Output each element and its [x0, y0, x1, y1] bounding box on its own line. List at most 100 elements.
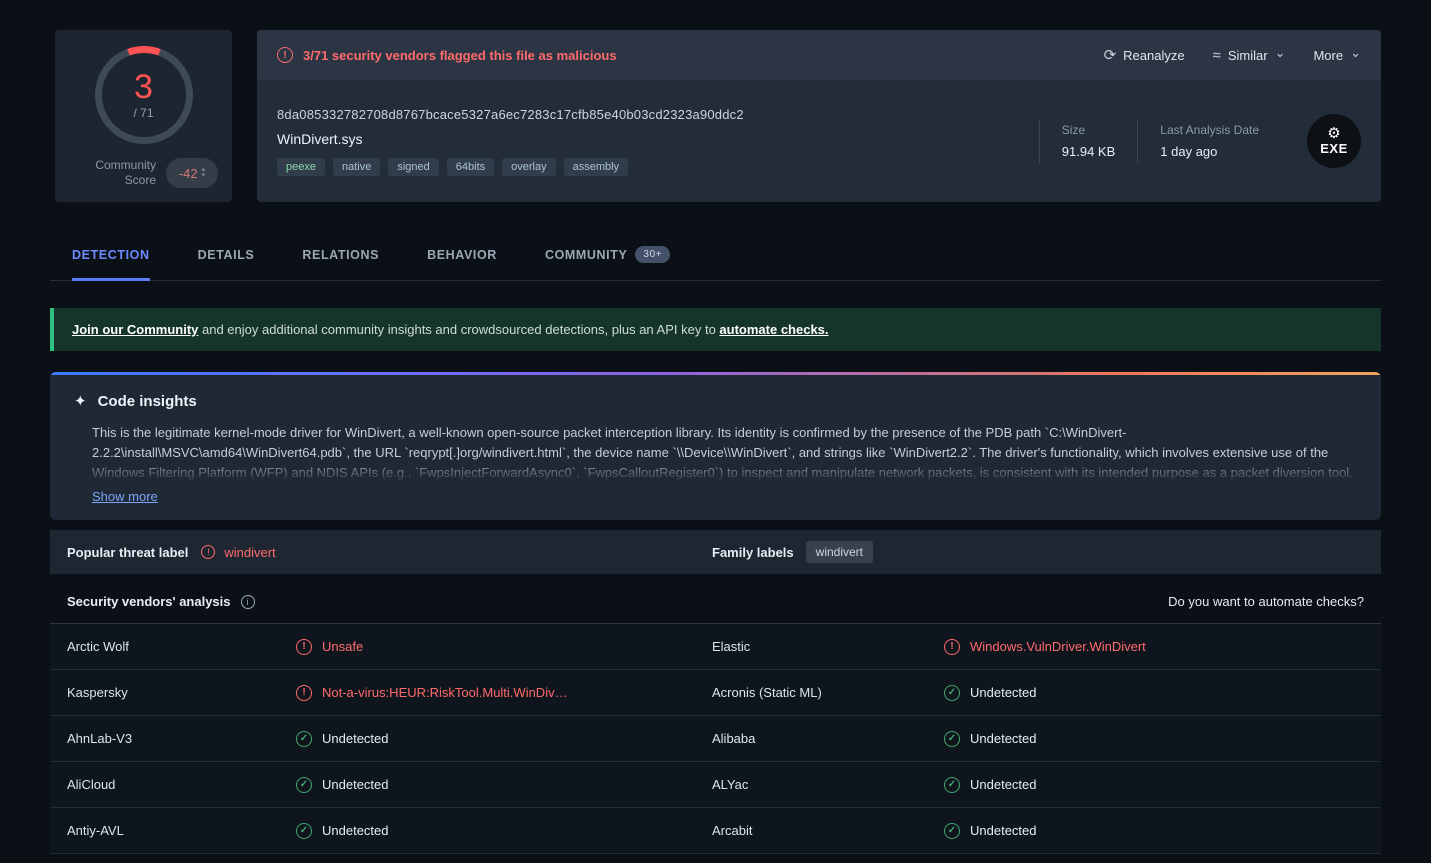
file-type-icon: ⚙ EXE: [1307, 114, 1361, 168]
vendor-name: Alibaba: [712, 731, 756, 746]
vendors-table: Arctic Wolf ! Unsafe Elastic ! Windows.V…: [50, 623, 1381, 854]
community-count-badge: 30+: [635, 246, 671, 263]
vendor-name: Arctic Wolf: [67, 639, 129, 654]
alert-icon: !: [296, 638, 312, 655]
sparkle-icon: ✦: [74, 393, 87, 410]
check-icon: ✓: [944, 776, 960, 793]
automate-checks-link[interactable]: automate checks.: [719, 322, 828, 337]
file-type-label: EXE: [1320, 140, 1348, 156]
tab-community[interactable]: COMMUNITY 30+: [545, 232, 671, 281]
similar-icon: ≈: [1212, 46, 1221, 64]
tab-detection[interactable]: DETECTION: [72, 232, 150, 281]
file-hash[interactable]: 8da085332782708d8767bcace5327a6ec7283c17…: [277, 107, 744, 122]
vendor-name: Acronis (Static ML): [712, 685, 822, 700]
vendor-status: ✓ Undetected: [296, 822, 712, 839]
popular-threat-label: Popular threat label: [67, 544, 189, 560]
vendor-status: ✓ Undetected: [296, 730, 712, 747]
check-icon: ✓: [296, 822, 312, 839]
community-score-stepper[interactable]: ▴ ▾: [202, 166, 206, 179]
vendor-name: Elastic: [712, 639, 751, 654]
file-info: 8da085332782708d8767bcace5327a6ec7283c17…: [257, 80, 1381, 202]
tab-relations[interactable]: RELATIONS: [302, 232, 379, 281]
warning-bar: ! 3/71 security vendors flagged this fil…: [257, 30, 1381, 80]
vendor-name: AliCloud: [67, 777, 116, 792]
reanalyze-icon: ⟳: [1103, 47, 1117, 64]
step-down-icon[interactable]: ▾: [202, 172, 206, 179]
chevron-down-icon: ⌄: [1274, 45, 1286, 60]
vendor-status: ✓ Undetected: [944, 822, 1381, 839]
show-more-link[interactable]: Show more: [92, 489, 158, 504]
analysis-title: Security vendors' analysis: [67, 594, 231, 609]
banner-text: and enjoy additional community insights …: [198, 322, 720, 337]
table-row: AliCloud ✓ Undetected ALYac ✓ Undetected: [50, 762, 1381, 808]
detection-score-gauge: 3 / 71: [94, 46, 193, 144]
check-icon: ✓: [296, 730, 312, 747]
threat-value[interactable]: ! windivert: [201, 545, 276, 560]
table-row: Antiy-AVL ✓ Undetected Arcabit ✓ Undetec…: [50, 808, 1381, 854]
vendor-status: ✓ Undetected: [944, 776, 1381, 793]
reanalyze-button[interactable]: ⟳ Reanalyze: [1104, 46, 1185, 64]
vendor-name: Kaspersky: [67, 685, 128, 700]
vendor-status: ! Windows.VulnDriver.WinDivert: [944, 638, 1381, 655]
code-insights-title: Code insights: [97, 392, 197, 410]
table-row: Arctic Wolf ! Unsafe Elastic ! Windows.V…: [50, 624, 1381, 670]
check-icon: ✓: [944, 730, 960, 747]
community-banner: Join our Community and enjoy additional …: [50, 308, 1381, 351]
code-insights-panel: ✦ Code insights This is the legitimate k…: [50, 372, 1381, 520]
warning-text: 3/71 security vendors flagged this file …: [303, 47, 617, 63]
info-icon[interactable]: i: [240, 594, 255, 609]
size-value: 91.94 KB: [1061, 144, 1116, 159]
automate-checks-prompt[interactable]: Do you want to automate checks?: [1168, 594, 1364, 609]
detection-total: / 71: [133, 106, 154, 120]
community-score-pill[interactable]: -42 ▴ ▾: [166, 158, 218, 188]
analysis-date-block: Last Analysis Date 1 day ago: [1137, 119, 1281, 163]
alert-icon: !: [944, 638, 960, 655]
top-section: 3 / 71 Community Score -42 ▴ ▾ ! 3/71 se…: [55, 30, 1381, 202]
join-community-link[interactable]: Join our Community: [72, 322, 198, 337]
family-labels-label: Family labels: [712, 544, 794, 560]
tag-row: peexe native signed 64bits overlay assem…: [277, 157, 744, 176]
tag-overlay[interactable]: overlay: [502, 157, 556, 176]
date-label: Last Analysis Date: [1160, 123, 1259, 137]
code-insights-body: This is the legitimate kernel-mode drive…: [92, 423, 1355, 483]
check-icon: ✓: [296, 776, 312, 793]
tag-assembly[interactable]: assembly: [563, 157, 629, 176]
check-icon: ✓: [944, 684, 960, 701]
tag-signed[interactable]: signed: [388, 157, 439, 176]
vendor-name: AhnLab-V3: [67, 731, 133, 746]
tag-peexe[interactable]: peexe: [277, 157, 325, 176]
alert-icon: !: [296, 684, 312, 701]
file-header-panel: ! 3/71 security vendors flagged this fil…: [257, 30, 1381, 202]
gear-icon: ⚙: [1327, 124, 1341, 142]
chevron-down-icon: ⌄: [1350, 45, 1361, 60]
vendor-status: ! Not-a-virus:HEUR:RiskTool.Multi.WinDiv…: [296, 684, 712, 701]
file-name: WinDivert.sys: [277, 130, 363, 147]
tab-behavior[interactable]: BEHAVIOR: [427, 232, 497, 281]
warning-icon: !: [277, 47, 293, 63]
tab-details[interactable]: DETAILS: [198, 232, 255, 281]
vendor-name: ALYac: [712, 777, 749, 792]
vendor-name: Arcabit: [712, 823, 753, 838]
detection-score-card: 3 / 71 Community Score -42 ▴ ▾: [55, 30, 232, 202]
vendor-status: ! Unsafe: [296, 638, 712, 655]
threat-label-bar: Popular threat label ! windivert Family …: [50, 530, 1381, 574]
community-score-label: Community Score: [95, 158, 156, 187]
table-row: AhnLab-V3 ✓ Undetected Alibaba ✓ Undetec…: [50, 716, 1381, 762]
table-row: Kaspersky ! Not-a-virus:HEUR:RiskTool.Mu…: [50, 670, 1381, 716]
size-label: Size: [1061, 123, 1086, 137]
more-button[interactable]: More ⌄: [1313, 45, 1361, 63]
vendor-status: ✓ Undetected: [296, 776, 712, 793]
tag-64bits[interactable]: 64bits: [446, 157, 495, 176]
detection-count: 3: [134, 68, 153, 106]
vendor-status: ✓ Undetected: [944, 730, 1381, 747]
family-label-badge[interactable]: windivert: [805, 541, 874, 563]
community-score-value: -42: [178, 165, 198, 181]
threat-warning-icon: !: [201, 545, 216, 559]
date-value: 1 day ago: [1160, 144, 1218, 159]
file-size-block: Size 91.94 KB: [1038, 119, 1138, 163]
tab-bar: DETECTION DETAILS RELATIONS BEHAVIOR COM…: [50, 232, 1381, 281]
vendor-name: Antiy-AVL: [67, 823, 124, 838]
tag-native[interactable]: native: [332, 157, 381, 176]
similar-button[interactable]: ≈ Similar ⌄: [1212, 45, 1286, 64]
vendor-status: ✓ Undetected: [944, 684, 1381, 701]
